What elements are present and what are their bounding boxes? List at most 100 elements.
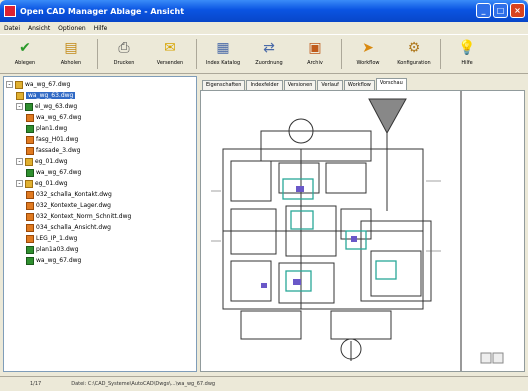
send-button[interactable]: ✉ Versenden — [147, 36, 193, 72]
config-icon: ⚙ — [407, 40, 421, 56]
tree-node-label: 034_schalla_Ansicht.dwg — [36, 224, 111, 231]
tree-node[interactable]: 032_Kontext_Norm_Schnitt.dwg — [6, 211, 196, 222]
toolbar: ✔ Ablegen ▤ Abholen ⎙ Drucken ✉ Versende… — [0, 34, 528, 74]
fetch-button[interactable]: ▤ Abholen — [48, 36, 94, 72]
tree-node-label: wa_wg_67.dwg — [36, 169, 82, 176]
file-icon — [26, 223, 34, 232]
tree-node[interactable]: - wa_wg_67.dwg — [6, 79, 196, 90]
tree-node[interactable]: wa_wg_67.dwg — [6, 167, 196, 178]
status-path: Datei: C:\CAD_Systeme\AutoCAD\Dwgs\...\w… — [71, 381, 216, 387]
expand-toggle-icon[interactable]: - — [16, 158, 23, 165]
window-title: Open CAD Manager Ablage - Ansicht — [20, 6, 185, 16]
store-button[interactable]: ✔ Ablegen — [2, 36, 48, 72]
title-bar: Open CAD Manager Ablage - Ansicht _ □ × — [0, 0, 528, 22]
menu-file[interactable]: Datei — [4, 25, 20, 32]
tree-node[interactable]: plan1a03.dwg — [6, 244, 196, 255]
tree-node-label: el_wg_63.dwg — [35, 103, 78, 110]
tree-node[interactable]: 032_schalla_Kontakt.dwg — [6, 189, 196, 200]
document-stack-icon: ▤ — [64, 40, 78, 56]
file-icon — [26, 234, 34, 243]
tab-workflow[interactable]: Workflow — [343, 80, 375, 90]
floor-plan-drawing — [211, 91, 504, 371]
tree-node-label: wa_wg_67.dwg — [36, 257, 82, 264]
tree-node[interactable]: - eg_01.dwg — [6, 178, 196, 189]
assignment-button[interactable]: ⇄ Zuordnung — [246, 36, 292, 72]
tree-node-label: LEG_IP_1.dwg — [36, 235, 78, 242]
tree-node-label: eg_01.dwg — [35, 180, 68, 187]
file-icon — [26, 135, 34, 144]
file-icon — [26, 245, 34, 254]
tree-node[interactable]: wa_wg_63.dwg — [6, 90, 196, 101]
tab-verlauf[interactable]: Verlauf — [317, 80, 343, 90]
tree-node[interactable]: - eg_01.dwg — [6, 156, 196, 167]
file-icon — [25, 102, 33, 111]
file-icon — [15, 80, 23, 89]
close-button[interactable]: × — [510, 3, 525, 18]
help-bulb-icon: 💡 — [458, 40, 476, 56]
tree-node[interactable]: 034_schalla_Ansicht.dwg — [6, 222, 196, 233]
help-button[interactable]: 💡 Hilfe — [444, 36, 490, 72]
file-icon — [26, 190, 34, 199]
tab-eigenschaften[interactable]: Eigenschaften — [202, 80, 246, 90]
status-bar: 1/17 Datei: C:\CAD_Systeme\AutoCAD\Dwgs\… — [0, 376, 528, 391]
detail-panel: Eigenschaften Indexfelder Versionen Verlauf… — [200, 76, 525, 372]
tree-node-label: wa_wg_63.dwg — [26, 92, 76, 99]
maximize-button[interactable]: □ — [493, 3, 508, 18]
tree-node-label: plan1.dwg — [36, 125, 68, 132]
zoom-in-button[interactable] — [492, 352, 504, 364]
expand-toggle-icon[interactable]: - — [6, 81, 13, 88]
workflow-button[interactable]: ➤ Workflow — [345, 36, 391, 72]
archive-button[interactable]: ▣ Archiv — [292, 36, 338, 72]
menu-options[interactable]: Optionen — [58, 25, 86, 32]
toolbar-separator — [440, 39, 441, 69]
toolbar-separator — [196, 39, 197, 69]
file-icon — [25, 179, 33, 188]
file-icon — [26, 212, 34, 221]
tree-node[interactable]: LEG_IP_1.dwg — [6, 233, 196, 244]
tree-node[interactable]: wa_wg_67.dwg — [6, 112, 196, 123]
tree-node-label: wa_wg_67.dwg — [36, 114, 82, 121]
tab-vorschau[interactable]: Vorschau — [375, 78, 407, 90]
tree-node-label: 032_schalla_Kontakt.dwg — [36, 191, 112, 198]
detail-tabs: Eigenschaften Indexfelder Versionen Verlauf… — [200, 76, 525, 90]
tree-node-label: 032_Kontext_Norm_Schnitt.dwg — [36, 213, 132, 220]
tree-node[interactable]: plan1.dwg — [6, 123, 196, 134]
file-icon — [26, 168, 34, 177]
tree-node[interactable]: 032_Kontexte_Lager.dwg — [6, 200, 196, 211]
configuration-button[interactable]: ⚙ Konfiguration — [391, 36, 437, 72]
app-icon — [4, 5, 16, 17]
toolbar-separator — [97, 39, 98, 69]
envelope-icon: ✉ — [164, 40, 176, 56]
tree-node-label: wa_wg_67.dwg — [25, 81, 71, 88]
expand-toggle-icon[interactable]: - — [16, 180, 23, 187]
file-icon — [26, 113, 34, 122]
drawing-preview[interactable] — [200, 90, 525, 372]
workflow-icon: ➤ — [362, 40, 374, 56]
document-tree[interactable]: - wa_wg_67.dwg wa_wg_63.dwg - el_wg_63.dwg wa… — [3, 76, 197, 372]
tab-indexfelder[interactable]: Indexfelder — [246, 80, 283, 90]
menu-view[interactable]: Ansicht — [28, 25, 50, 32]
print-icon: ⎙ — [118, 40, 130, 56]
tree-node[interactable]: fasg_H01.dwg — [6, 134, 196, 145]
menu-help[interactable]: Hilfe — [94, 25, 108, 32]
minimize-button[interactable]: _ — [476, 3, 491, 18]
catalog-icon: ▦ — [216, 40, 230, 56]
expand-toggle-icon[interactable]: - — [16, 103, 23, 110]
zoom-out-button[interactable] — [480, 352, 492, 364]
file-icon — [26, 124, 34, 133]
file-icon — [25, 157, 33, 166]
window-controls: _ □ × — [476, 3, 525, 18]
tree-node-label: fassade_3.dwg — [36, 147, 81, 154]
tab-versionen[interactable]: Versionen — [283, 80, 317, 90]
tree-node[interactable]: fassade_3.dwg — [6, 145, 196, 156]
index-catalog-button[interactable]: ▦ Index Katalog — [200, 36, 246, 72]
print-button[interactable]: ⎙ Drucken — [101, 36, 147, 72]
tree-node-label: fasg_H01.dwg — [36, 136, 79, 143]
tree-node-label: 032_Kontexte_Lager.dwg — [36, 202, 111, 209]
file-icon — [26, 256, 34, 265]
assign-icon: ⇄ — [263, 40, 275, 56]
tree-node[interactable]: - el_wg_63.dwg — [6, 101, 196, 112]
check-icon: ✔ — [19, 40, 31, 56]
tree-node[interactable]: wa_wg_67.dwg — [6, 255, 196, 266]
file-icon — [26, 201, 34, 210]
